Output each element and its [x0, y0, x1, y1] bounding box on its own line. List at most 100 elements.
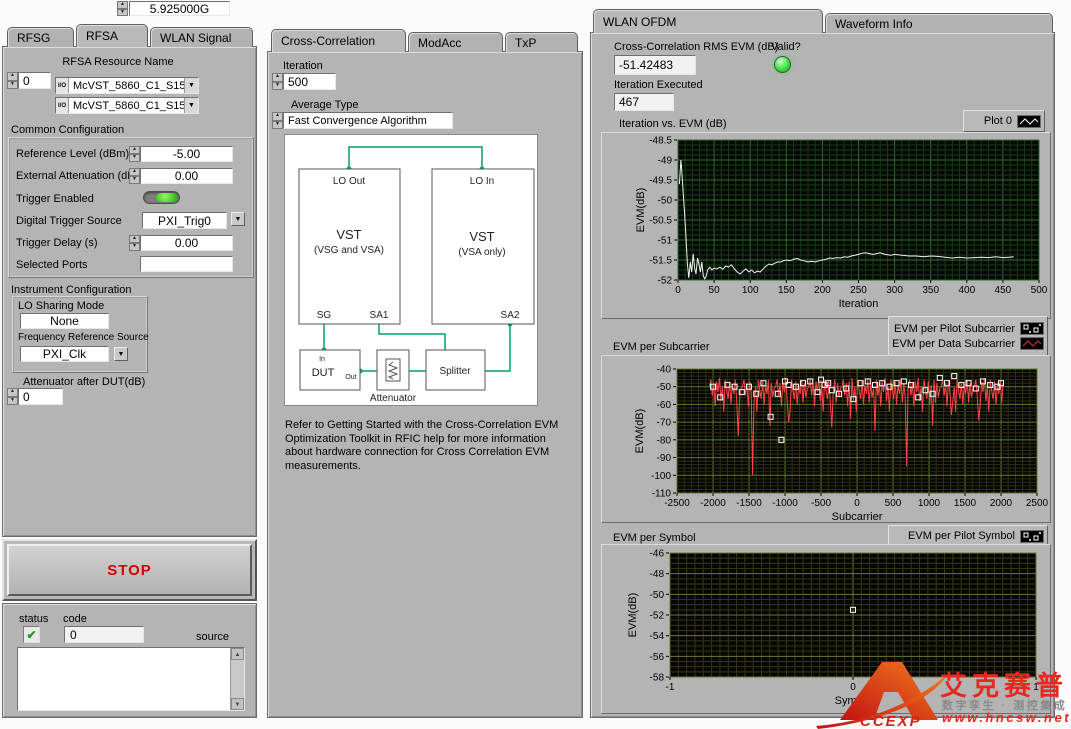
- tab-modacc[interactable]: ModAcc: [408, 32, 503, 52]
- svg-text:50: 50: [709, 285, 721, 296]
- line-plot-legend-icon: [1017, 115, 1041, 128]
- evm-per-symbol-graph[interactable]: -101-46-48-50-52-54-56-58SymbolEVM(dB): [601, 544, 1051, 714]
- tab-cross-correlation-label: Cross-Correlation: [281, 34, 375, 48]
- attenuator-after-dut-field[interactable]: 0: [18, 388, 63, 405]
- lo-sharing-mode-field[interactable]: None: [20, 313, 109, 329]
- trigger-delay-value: 0.00: [175, 236, 198, 250]
- frequency-field[interactable]: 5.925000G: [129, 1, 230, 16]
- valid-led-indicator: [774, 56, 791, 73]
- iteration-value: 500: [288, 75, 308, 89]
- iteration-label: Iteration: [283, 60, 323, 72]
- svg-text:-1: -1: [666, 682, 675, 693]
- tab-wlan-ofdm[interactable]: WLAN OFDM: [593, 9, 823, 33]
- scatter-squares-legend-icon: [1020, 530, 1044, 543]
- svg-text:-110: -110: [652, 489, 672, 500]
- frequency-reference-dropdown-button[interactable]: ▼: [114, 347, 128, 361]
- diagram-vst1-subtitle: (VSG and VSA): [314, 245, 384, 256]
- svg-text:-60: -60: [657, 400, 672, 411]
- evm-per-subcarrier-graph[interactable]: -2500-2000-1500-1000-5000500100015002000…: [601, 355, 1051, 523]
- svg-text:500: 500: [1031, 285, 1048, 296]
- stop-button-label: STOP: [107, 562, 152, 579]
- average-type-spinner[interactable]: ▲▼: [272, 112, 283, 129]
- svg-text:-51.5: -51.5: [649, 256, 672, 267]
- svg-text:-56: -56: [650, 652, 665, 663]
- diagram-sa2-label: SA2: [501, 310, 520, 321]
- reference-level-spinner[interactable]: ▲▼: [129, 146, 140, 162]
- trigger-delay-field[interactable]: 0.00: [140, 235, 233, 251]
- frequency-reference-source-label: Frequency Reference Source: [18, 332, 149, 343]
- tab-rfsa-label: RFSA: [86, 29, 118, 43]
- instrument-configuration-title: Instrument Configuration: [11, 284, 131, 296]
- tab-cross-correlation[interactable]: Cross-Correlation: [271, 29, 406, 52]
- digital-trigger-source-ring[interactable]: PXI_Trig0: [142, 212, 227, 229]
- resource-device2-combo[interactable]: I/O McVST_5860_C1_S15/1 ▼: [55, 97, 199, 114]
- tab-rfsa[interactable]: RFSA: [76, 24, 148, 47]
- diagram-sa1-label: SA1: [370, 310, 389, 321]
- hardware-connection-note: Refer to Getting Started with the Cross-…: [285, 419, 559, 473]
- cross-correlation-tab-page: Iteration ▲▼ 500 Average Type ▲▼ Fast Co…: [267, 51, 583, 718]
- resource-index-spinner[interactable]: ▲▼: [7, 72, 18, 89]
- evm-per-subcarrier-title: EVM per Subcarrier: [613, 341, 710, 353]
- svg-text:-500: -500: [811, 498, 831, 509]
- scroll-down-icon[interactable]: ▼: [231, 698, 244, 710]
- iteration-field[interactable]: 500: [283, 73, 336, 90]
- average-type-field[interactable]: Fast Convergence Algorithm: [283, 112, 453, 129]
- digital-trigger-dropdown-button[interactable]: ▼: [231, 212, 245, 226]
- iteration-spinner[interactable]: ▲▼: [272, 73, 283, 90]
- svg-text:1000: 1000: [918, 498, 941, 509]
- svg-text:-1000: -1000: [772, 498, 798, 509]
- tab-wlan-signal[interactable]: WLAN Signal: [150, 27, 253, 47]
- subcarrier-legend[interactable]: EVM per Pilot Subcarrier EVM per Data Su…: [888, 316, 1048, 356]
- code-label: code: [63, 613, 87, 625]
- tab-waveform-info[interactable]: Waveform Info: [825, 13, 1053, 33]
- svg-text:Symbol: Symbol: [835, 695, 872, 707]
- source-textarea: ▲▼: [17, 647, 245, 711]
- svg-text:-54: -54: [650, 631, 665, 642]
- svg-text:-90: -90: [657, 453, 672, 464]
- selected-ports-field[interactable]: [140, 256, 233, 272]
- trigger-enabled-toggle[interactable]: [143, 191, 180, 204]
- diagram-sg-label: SG: [317, 310, 332, 321]
- svg-text:-40: -40: [657, 365, 672, 376]
- resource-index-field[interactable]: 0: [18, 72, 51, 89]
- selected-ports-label: Selected Ports: [16, 259, 88, 271]
- attenuator-after-dut-spinner[interactable]: ▲▼: [7, 388, 18, 405]
- trigger-enabled-label: Trigger Enabled: [16, 193, 94, 205]
- reference-level-field[interactable]: -5.00: [140, 146, 233, 162]
- lo-sharing-mode-label: LO Sharing Mode: [18, 300, 104, 312]
- tab-rfsg-label: RFSG: [17, 31, 50, 45]
- resource-device2-value: McVST_5860_C1_S15/1: [69, 100, 184, 112]
- stop-button[interactable]: STOP: [7, 544, 252, 596]
- connection-diagram: LO Out LO In VST (VSG and VSA) VST (VSA …: [284, 134, 538, 406]
- svg-text:-70: -70: [657, 418, 672, 429]
- frequency-spinner[interactable]: ▲▼: [117, 1, 128, 16]
- svg-text:-50.5: -50.5: [649, 216, 672, 227]
- scroll-up-icon[interactable]: ▲: [231, 648, 244, 660]
- code-field: 0: [64, 626, 144, 643]
- diagram-dut-label: DUT: [312, 367, 335, 379]
- svg-text:EVM(dB): EVM(dB): [634, 409, 646, 454]
- lo-sharing-mode-value: None: [50, 314, 79, 328]
- evm-per-symbol-title: EVM per Symbol: [613, 532, 696, 544]
- tab-rfsg[interactable]: RFSG: [7, 27, 74, 47]
- diagram-vst2-title: VST: [469, 229, 494, 244]
- svg-text:-49.5: -49.5: [649, 176, 672, 187]
- source-scrollbar[interactable]: ▲▼: [230, 648, 244, 710]
- svg-text:150: 150: [778, 285, 795, 296]
- external-attenuation-spinner[interactable]: ▲▼: [129, 168, 140, 184]
- frequency-value: 5.925000G: [150, 2, 209, 16]
- connection-diagram-svg: LO Out LO In VST (VSG and VSA) VST (VSA …: [285, 135, 537, 405]
- reference-level-value: -5.00: [173, 147, 200, 161]
- diagram-lo-in-label: LO In: [470, 176, 494, 187]
- frequency-reference-source-field[interactable]: PXI_Clk: [20, 346, 109, 362]
- io-name-icon: I/O: [56, 78, 69, 93]
- svg-text:-2500: -2500: [664, 498, 690, 509]
- trigger-delay-spinner[interactable]: ▲▼: [129, 235, 140, 251]
- resource-device1-combo[interactable]: I/O McVST_5860_C1_S15/0 ▼: [55, 77, 199, 94]
- plot0-legend[interactable]: Plot 0: [963, 110, 1045, 132]
- iteration-evm-graph[interactable]: 050100150200250300350400450500-48.5-49-4…: [601, 132, 1051, 319]
- external-attenuation-field[interactable]: 0.00: [140, 168, 233, 184]
- tab-txp[interactable]: TxP: [505, 32, 578, 52]
- svg-text:-48.5: -48.5: [649, 136, 672, 147]
- iteration-executed-label: Iteration Executed: [614, 79, 703, 91]
